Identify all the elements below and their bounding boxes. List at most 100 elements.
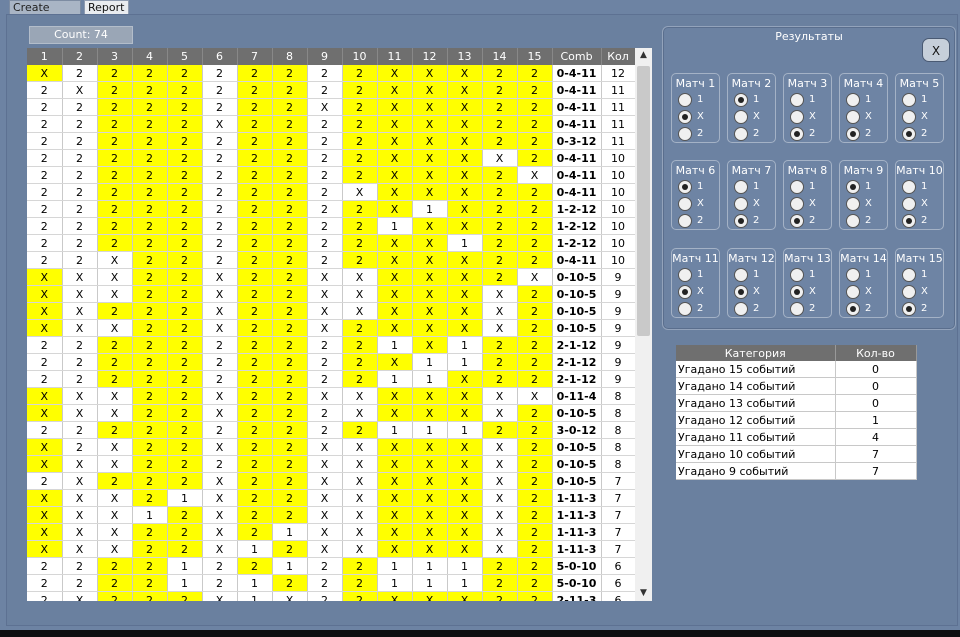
grid-header-cell[interactable]: 2 — [62, 48, 98, 65]
table-row[interactable]: 2 X 2 2 2 X 2 2 X X X X X X 2 0-10-5 7 — [27, 472, 635, 490]
scroll-up-icon[interactable]: ▲ — [635, 48, 652, 63]
radio-button[interactable] — [902, 93, 916, 107]
table-row[interactable]: 2 2 2 2 1 2 2 1 2 2 1 1 1 2 2 5-0-10 6 — [27, 557, 635, 575]
table-row[interactable]: X X X 2 2 X 2 2 X X X X X X 2 0-10-5 9 — [27, 285, 635, 303]
grid-header-cell[interactable]: 9 — [307, 48, 343, 65]
radio-button[interactable] — [734, 285, 748, 299]
radio-button[interactable] — [678, 93, 692, 107]
table-row[interactable]: X X X 1 2 X 2 2 X X X X X X 2 1-11-3 7 — [27, 506, 635, 524]
table-row[interactable]: 2 2 2 2 2 2 2 2 2 2 X X X 2 2 0-3-12 11 — [27, 132, 635, 150]
grid-header-cell[interactable]: 1 — [27, 48, 63, 65]
grid-header-cell[interactable]: 11 — [377, 48, 413, 65]
table-row[interactable]: 2 2 2 2 2 2 2 2 X 2 X X X 2 2 0-4-11 11 — [27, 98, 635, 116]
radio-button[interactable] — [678, 197, 692, 211]
radio-button[interactable] — [790, 110, 804, 124]
grid-header-cell[interactable]: 15 — [517, 48, 553, 65]
radio-button[interactable] — [902, 285, 916, 299]
table-row[interactable]: X X X 2 2 X 2 1 X X X X X X 2 1-11-3 7 — [27, 523, 635, 541]
table-row[interactable]: 2 2 2 2 2 2 2 2 2 2 X 1 1 2 2 2-1-12 9 — [27, 353, 635, 371]
radio-button[interactable] — [902, 180, 916, 194]
radio-button[interactable] — [678, 302, 692, 316]
tab-report[interactable]: Report — [84, 0, 129, 14]
grid-header-cell[interactable]: Comb — [552, 48, 602, 65]
radio-button[interactable] — [846, 197, 860, 211]
radio-button[interactable] — [734, 197, 748, 211]
table-row[interactable]: 2 2 2 2 2 2 2 2 2 2 1 1 1 2 2 3-0-12 8 — [27, 421, 635, 439]
scroll-thumb[interactable] — [637, 66, 650, 336]
table-row[interactable]: 2 X 2 2 2 2 2 2 2 2 X X X 2 2 0-4-11 11 — [27, 81, 635, 99]
radio-button[interactable] — [790, 197, 804, 211]
radio-button[interactable] — [846, 180, 860, 194]
radio-button[interactable] — [734, 268, 748, 282]
table-row[interactable]: X X X 2 2 X 2 2 X X X X X 2 X 0-10-5 9 — [27, 268, 635, 286]
grid-header-cell[interactable]: 13 — [447, 48, 483, 65]
radio-button[interactable] — [902, 268, 916, 282]
table-row[interactable]: 2 2 2 2 2 2 2 2 2 2 1 X 1 2 2 2-1-12 9 — [27, 336, 635, 354]
grid-header-cell[interactable]: 10 — [342, 48, 378, 65]
table-row[interactable]: X X X 2 2 2 2 2 X X X X X X 2 0-10-5 8 — [27, 455, 635, 473]
grid-header-cell[interactable]: 5 — [167, 48, 203, 65]
grid-header-cell[interactable]: Кол — [601, 48, 635, 65]
table-row[interactable]: 2 2 2 2 2 2 2 2 2 2 1 X X 2 2 1-2-12 10 — [27, 217, 635, 235]
grid-header-cell[interactable]: 3 — [97, 48, 133, 65]
radio-button[interactable] — [734, 302, 748, 316]
radio-button[interactable] — [734, 127, 748, 141]
table-row[interactable]: 2 2 2 2 2 2 2 2 2 2 X 1 X 2 2 1-2-12 10 — [27, 200, 635, 218]
table-row[interactable]: X X X 2 1 X 2 2 X X X X X X 2 1-11-3 7 — [27, 489, 635, 507]
table-row[interactable]: 2 2 2 2 1 2 1 2 2 2 1 1 1 2 2 5-0-10 6 — [27, 574, 635, 592]
radio-button[interactable] — [790, 93, 804, 107]
radio-button[interactable] — [734, 110, 748, 124]
close-button[interactable]: X — [922, 38, 950, 62]
radio-button[interactable] — [678, 180, 692, 194]
radio-button[interactable] — [790, 180, 804, 194]
radio-button[interactable] — [902, 197, 916, 211]
radio-button[interactable] — [846, 110, 860, 124]
radio-button[interactable] — [846, 214, 860, 228]
scroll-down-icon[interactable]: ▼ — [635, 586, 652, 601]
table-row[interactable]: 2 2 2 2 2 X 2 2 2 2 X X X 2 2 0-4-11 11 — [27, 115, 635, 133]
grid-scrollbar[interactable]: ▲ ▼ — [635, 48, 652, 601]
radio-button[interactable] — [846, 127, 860, 141]
table-row[interactable]: X X X 2 2 X 2 2 X X X X X X X 0-11-4 8 — [27, 387, 635, 405]
radio-button[interactable] — [846, 93, 860, 107]
radio-button[interactable] — [902, 127, 916, 141]
combinations-grid[interactable]: 1 2 3 4 5 6 7 8 9 10 11 12 13 14 15 Comb Кол X222222222X… — [27, 48, 635, 601]
radio-button[interactable] — [846, 285, 860, 299]
grid-header-cell[interactable]: 6 — [202, 48, 238, 65]
radio-button[interactable] — [902, 110, 916, 124]
radio-button[interactable] — [846, 268, 860, 282]
table-row[interactable]: X X X 2 2 X 2 2 2 X X X X X 2 0-10-5 8 — [27, 404, 635, 422]
radio-button[interactable] — [734, 214, 748, 228]
radio-button[interactable] — [734, 93, 748, 107]
radio-button[interactable] — [678, 285, 692, 299]
tab-create-bonig[interactable]: Create Bonig — [9, 0, 81, 27]
radio-button[interactable] — [678, 214, 692, 228]
radio-button[interactable] — [790, 214, 804, 228]
table-row[interactable]: X 2 2 2 2 2 2 2 2 2 X X X 2 2 0-4-11 12 — [27, 65, 635, 82]
radio-button[interactable] — [790, 285, 804, 299]
table-row[interactable]: 2 2 2 2 2 2 2 2 2 2 X X X 2 X 0-4-11 10 — [27, 166, 635, 184]
table-row[interactable]: X X 2 2 2 X 2 2 X X X X X X 2 0-10-5 9 — [27, 302, 635, 320]
radio-button[interactable] — [678, 110, 692, 124]
radio-button[interactable] — [790, 302, 804, 316]
radio-button[interactable] — [846, 302, 860, 316]
radio-button[interactable] — [734, 180, 748, 194]
radio-button[interactable] — [678, 127, 692, 141]
table-row[interactable]: X X X 2 2 X 2 2 X 2 X X X X 2 0-10-5 9 — [27, 319, 635, 337]
table-row[interactable]: X 2 X 2 2 X 2 2 X X X X X X 2 0-10-5 8 — [27, 438, 635, 456]
radio-button[interactable] — [902, 302, 916, 316]
table-row[interactable]: 2 X 2 2 2 X 1 X 2 2 X X X 2 2 2-11-3 6 — [27, 591, 635, 601]
grid-header-cell[interactable]: 14 — [482, 48, 518, 65]
radio-button[interactable] — [790, 268, 804, 282]
table-row[interactable]: 2 2 2 2 2 2 2 2 2 2 X X X X 2 0-4-11 10 — [27, 149, 635, 167]
radio-button[interactable] — [678, 268, 692, 282]
grid-header-cell[interactable]: 4 — [132, 48, 168, 65]
table-row[interactable]: 2 2 X 2 2 2 2 2 2 2 X X X 2 2 0-4-11 10 — [27, 251, 635, 269]
table-row[interactable]: 2 2 2 2 2 2 2 2 2 2 1 1 X 2 2 2-1-12 9 — [27, 370, 635, 388]
grid-header-cell[interactable]: 7 — [237, 48, 273, 65]
radio-button[interactable] — [790, 127, 804, 141]
table-row[interactable]: 2 2 2 2 2 2 2 2 2 2 X X 1 2 2 1-2-12 10 — [27, 234, 635, 252]
table-row[interactable]: 2 2 2 2 2 2 2 2 2 X X X X 2 2 0-4-11 10 — [27, 183, 635, 201]
grid-header-cell[interactable]: 12 — [412, 48, 448, 65]
grid-header-cell[interactable]: 8 — [272, 48, 308, 65]
